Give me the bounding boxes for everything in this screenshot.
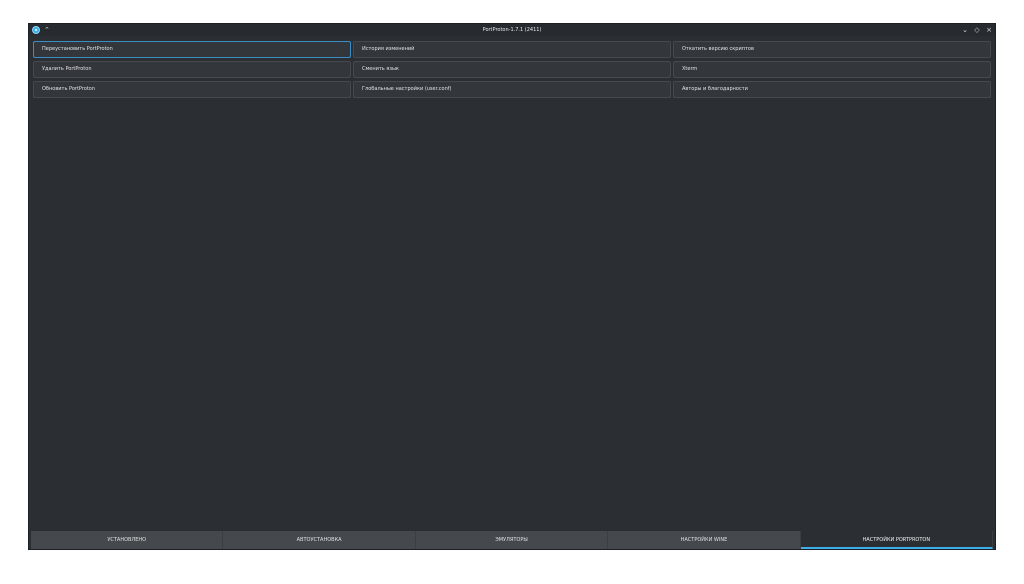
window-controls: ⌄ ◇ ×: [962, 24, 992, 36]
tab-installed[interactable]: УСТАНОВЛЕНО: [31, 531, 224, 549]
close-icon[interactable]: ×: [986, 24, 992, 36]
minimize-icon[interactable]: ⌄: [962, 24, 968, 36]
global-settings-button[interactable]: Глобальные настройки (user.conf): [353, 81, 671, 98]
tab-autoinstall[interactable]: АВТОУСТАНОВКА: [223, 531, 416, 549]
app-window: ⌃ PortProton-1.7.1 (2411) ⌄ ◇ × Переуста…: [28, 23, 996, 550]
tab-emulators[interactable]: ЭМУЛЯТОРЫ: [415, 531, 609, 549]
authors-credits-button[interactable]: Авторы и благодарности: [673, 81, 991, 98]
title-bar[interactable]: ⌃ PortProton-1.7.1 (2411) ⌄ ◇ ×: [29, 24, 995, 36]
update-portproton-button[interactable]: Обновить PortProton: [33, 81, 351, 98]
tab-portproton-settings[interactable]: НАСТРОЙКИ PORTPROTON: [800, 531, 994, 549]
remove-portproton-button[interactable]: Удалить PortProton: [33, 61, 351, 78]
rollback-scripts-button[interactable]: Откатить версию скриптов: [673, 41, 991, 58]
main-tab-bar: УСТАНОВЛЕНО АВТОУСТАНОВКА ЭМУЛЯТОРЫ НАСТ…: [31, 531, 994, 549]
maximize-icon[interactable]: ◇: [974, 24, 980, 36]
settings-button-grid: Переустановить PortProton История измене…: [33, 41, 992, 98]
xterm-button[interactable]: Xterm: [673, 61, 991, 78]
changelog-button[interactable]: История изменений: [353, 41, 671, 58]
window-title: PortProton-1.7.1 (2411): [482, 27, 542, 33]
reinstall-portproton-button[interactable]: Переустановить PortProton: [33, 41, 351, 58]
change-language-button[interactable]: Сменить язык: [353, 61, 671, 78]
tab-wine-settings[interactable]: НАСТРОЙКИ WINE: [608, 531, 801, 549]
